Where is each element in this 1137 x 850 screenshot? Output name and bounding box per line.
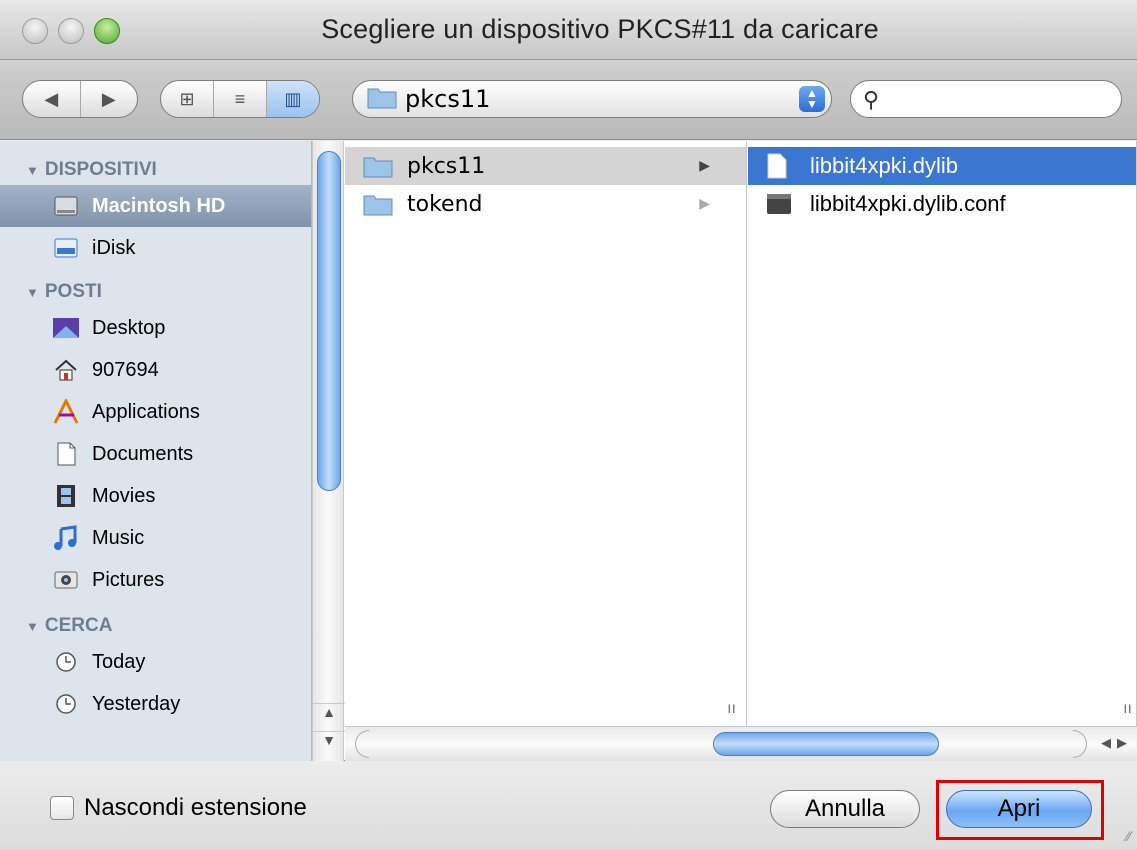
search-input[interactable] (891, 87, 1111, 111)
sidebar-section-search[interactable]: ▼ CERCA (0, 611, 311, 641)
column-item-tokend[interactable]: tokend ▶ (345, 185, 746, 223)
list-view-icon: ≡ (234, 88, 246, 109)
folder-icon (363, 153, 393, 179)
column-item-pkcs11[interactable]: pkcs11 ▶ (345, 147, 746, 185)
icon-view-button[interactable]: ⊞ (161, 81, 214, 117)
executable-file-icon (766, 191, 796, 217)
sidebar-item-movies[interactable]: Movies (0, 475, 311, 517)
sidebar-item-yesterday[interactable]: Yesterday (0, 683, 311, 725)
cancel-button[interactable]: Annulla (770, 790, 920, 828)
sidebar-item-documents[interactable]: Documents (0, 433, 311, 475)
folder-icon (367, 85, 397, 114)
clock-icon (52, 691, 80, 717)
idisk-icon (52, 235, 80, 261)
location-popup[interactable]: pkcs11 ▲ ▼ (352, 80, 832, 118)
forward-button[interactable]: ▶ (81, 81, 138, 117)
back-icon: ◀ (44, 88, 59, 109)
home-icon (52, 357, 80, 383)
browser-column-1: pkcs11 ▶ tokend ▶ ıı (345, 141, 747, 726)
pictures-icon (52, 567, 80, 593)
documents-icon (52, 441, 80, 467)
minimize-window-button[interactable] (58, 18, 84, 44)
window-title: Scegliere un dispositivo PKCS#11 da cari… (321, 14, 879, 44)
checkbox-box[interactable] (50, 796, 74, 820)
scroll-track-right-cap (1073, 730, 1087, 758)
applications-icon (52, 399, 80, 425)
sidebar-item-home[interactable]: 907694 (0, 349, 311, 391)
column-item-libbit4xpki-dylib[interactable]: libbit4xpki.dylib (748, 147, 1136, 185)
scroll-track-left-cap (355, 730, 369, 758)
scroll-down-arrow-icon[interactable]: ▼ (313, 731, 345, 759)
highlight-box (936, 780, 1104, 840)
sidebar-item-music[interactable]: Music (0, 517, 311, 559)
search-field[interactable]: ⚲ (850, 80, 1122, 118)
toolbar: ◀ ▶ ⊞ ≡ ▥ pkcs11 ▲ ▼ ⚲ (0, 60, 1137, 140)
chevron-right-icon: ▶ (699, 196, 710, 212)
sidebar-item-today[interactable]: Today (0, 641, 311, 683)
view-mode-control: ⊞ ≡ ▥ (160, 80, 320, 118)
title-bar: Scegliere un dispositivo PKCS#11 da cari… (0, 0, 1137, 60)
list-view-button[interactable]: ≡ (214, 81, 267, 117)
back-button[interactable]: ◀ (23, 81, 81, 117)
sidebar-item-idisk[interactable]: iDisk (0, 227, 311, 269)
hide-extension-label: Nascondi estensione (84, 794, 307, 821)
column-view-button[interactable]: ▥ (267, 81, 319, 117)
folder-icon (363, 191, 393, 217)
close-window-button[interactable] (22, 18, 48, 44)
resize-grip-icon[interactable]: ⁄⁄ (1126, 828, 1131, 844)
location-label: pkcs11 (405, 85, 491, 113)
sidebar-section-places[interactable]: ▼ POSTI (0, 277, 311, 307)
sidebar-scroll-thumb[interactable] (317, 151, 341, 491)
harddisk-icon (52, 193, 80, 219)
horizontal-scrollbar[interactable]: ◀▶ (345, 726, 1137, 761)
sidebar-item-desktop[interactable]: Desktop (0, 307, 311, 349)
forward-icon: ▶ (101, 88, 116, 109)
column-resize-handle[interactable]: ıı (727, 700, 736, 718)
sidebar-item-applications[interactable]: Applications (0, 391, 311, 433)
icon-view-icon: ⊞ (179, 88, 195, 109)
desktop-icon (52, 315, 80, 341)
sidebar-item-pictures[interactable]: Pictures (0, 559, 311, 601)
scroll-up-arrow-icon[interactable]: ▲ (313, 703, 345, 731)
sidebar: ▼ DISPOSITIVI Macintosh HD iDisk ▼ POSTI D… (0, 141, 312, 761)
sidebar-vertical-scrollbar[interactable]: ▲ ▼ (312, 141, 345, 761)
movies-icon (52, 483, 80, 509)
navigation-control: ◀ ▶ (22, 80, 138, 118)
chevron-right-icon: ▶ (699, 158, 710, 174)
popup-arrows-icon: ▲ ▼ (799, 86, 825, 112)
dialog-footer: Nascondi estensione Annulla Apri ⁄⁄ (0, 762, 1137, 850)
horizontal-scroll-thumb[interactable] (713, 732, 939, 756)
music-icon (52, 525, 80, 551)
document-icon (766, 153, 796, 179)
zoom-window-button[interactable] (94, 18, 120, 44)
clock-icon (52, 649, 80, 675)
hide-extension-checkbox[interactable]: Nascondi estensione (50, 794, 307, 822)
sidebar-item-macintosh-hd[interactable]: Macintosh HD (0, 185, 311, 227)
scroll-left-right-arrows-icon[interactable]: ◀▶ (1101, 735, 1133, 751)
sidebar-section-devices[interactable]: ▼ DISPOSITIVI (0, 155, 311, 185)
search-icon: ⚲ (863, 87, 880, 112)
column-view-icon: ▥ (284, 88, 302, 109)
file-browser: ▼ DISPOSITIVI Macintosh HD iDisk ▼ POSTI D… (0, 141, 1137, 761)
browser-column-2: libbit4xpki.dylib libbit4xpki.dylib.conf… (748, 141, 1137, 726)
column-resize-handle[interactable]: ıı (1123, 700, 1132, 718)
column-item-libbit4xpki-dylib-conf[interactable]: libbit4xpki.dylib.conf (748, 185, 1136, 223)
